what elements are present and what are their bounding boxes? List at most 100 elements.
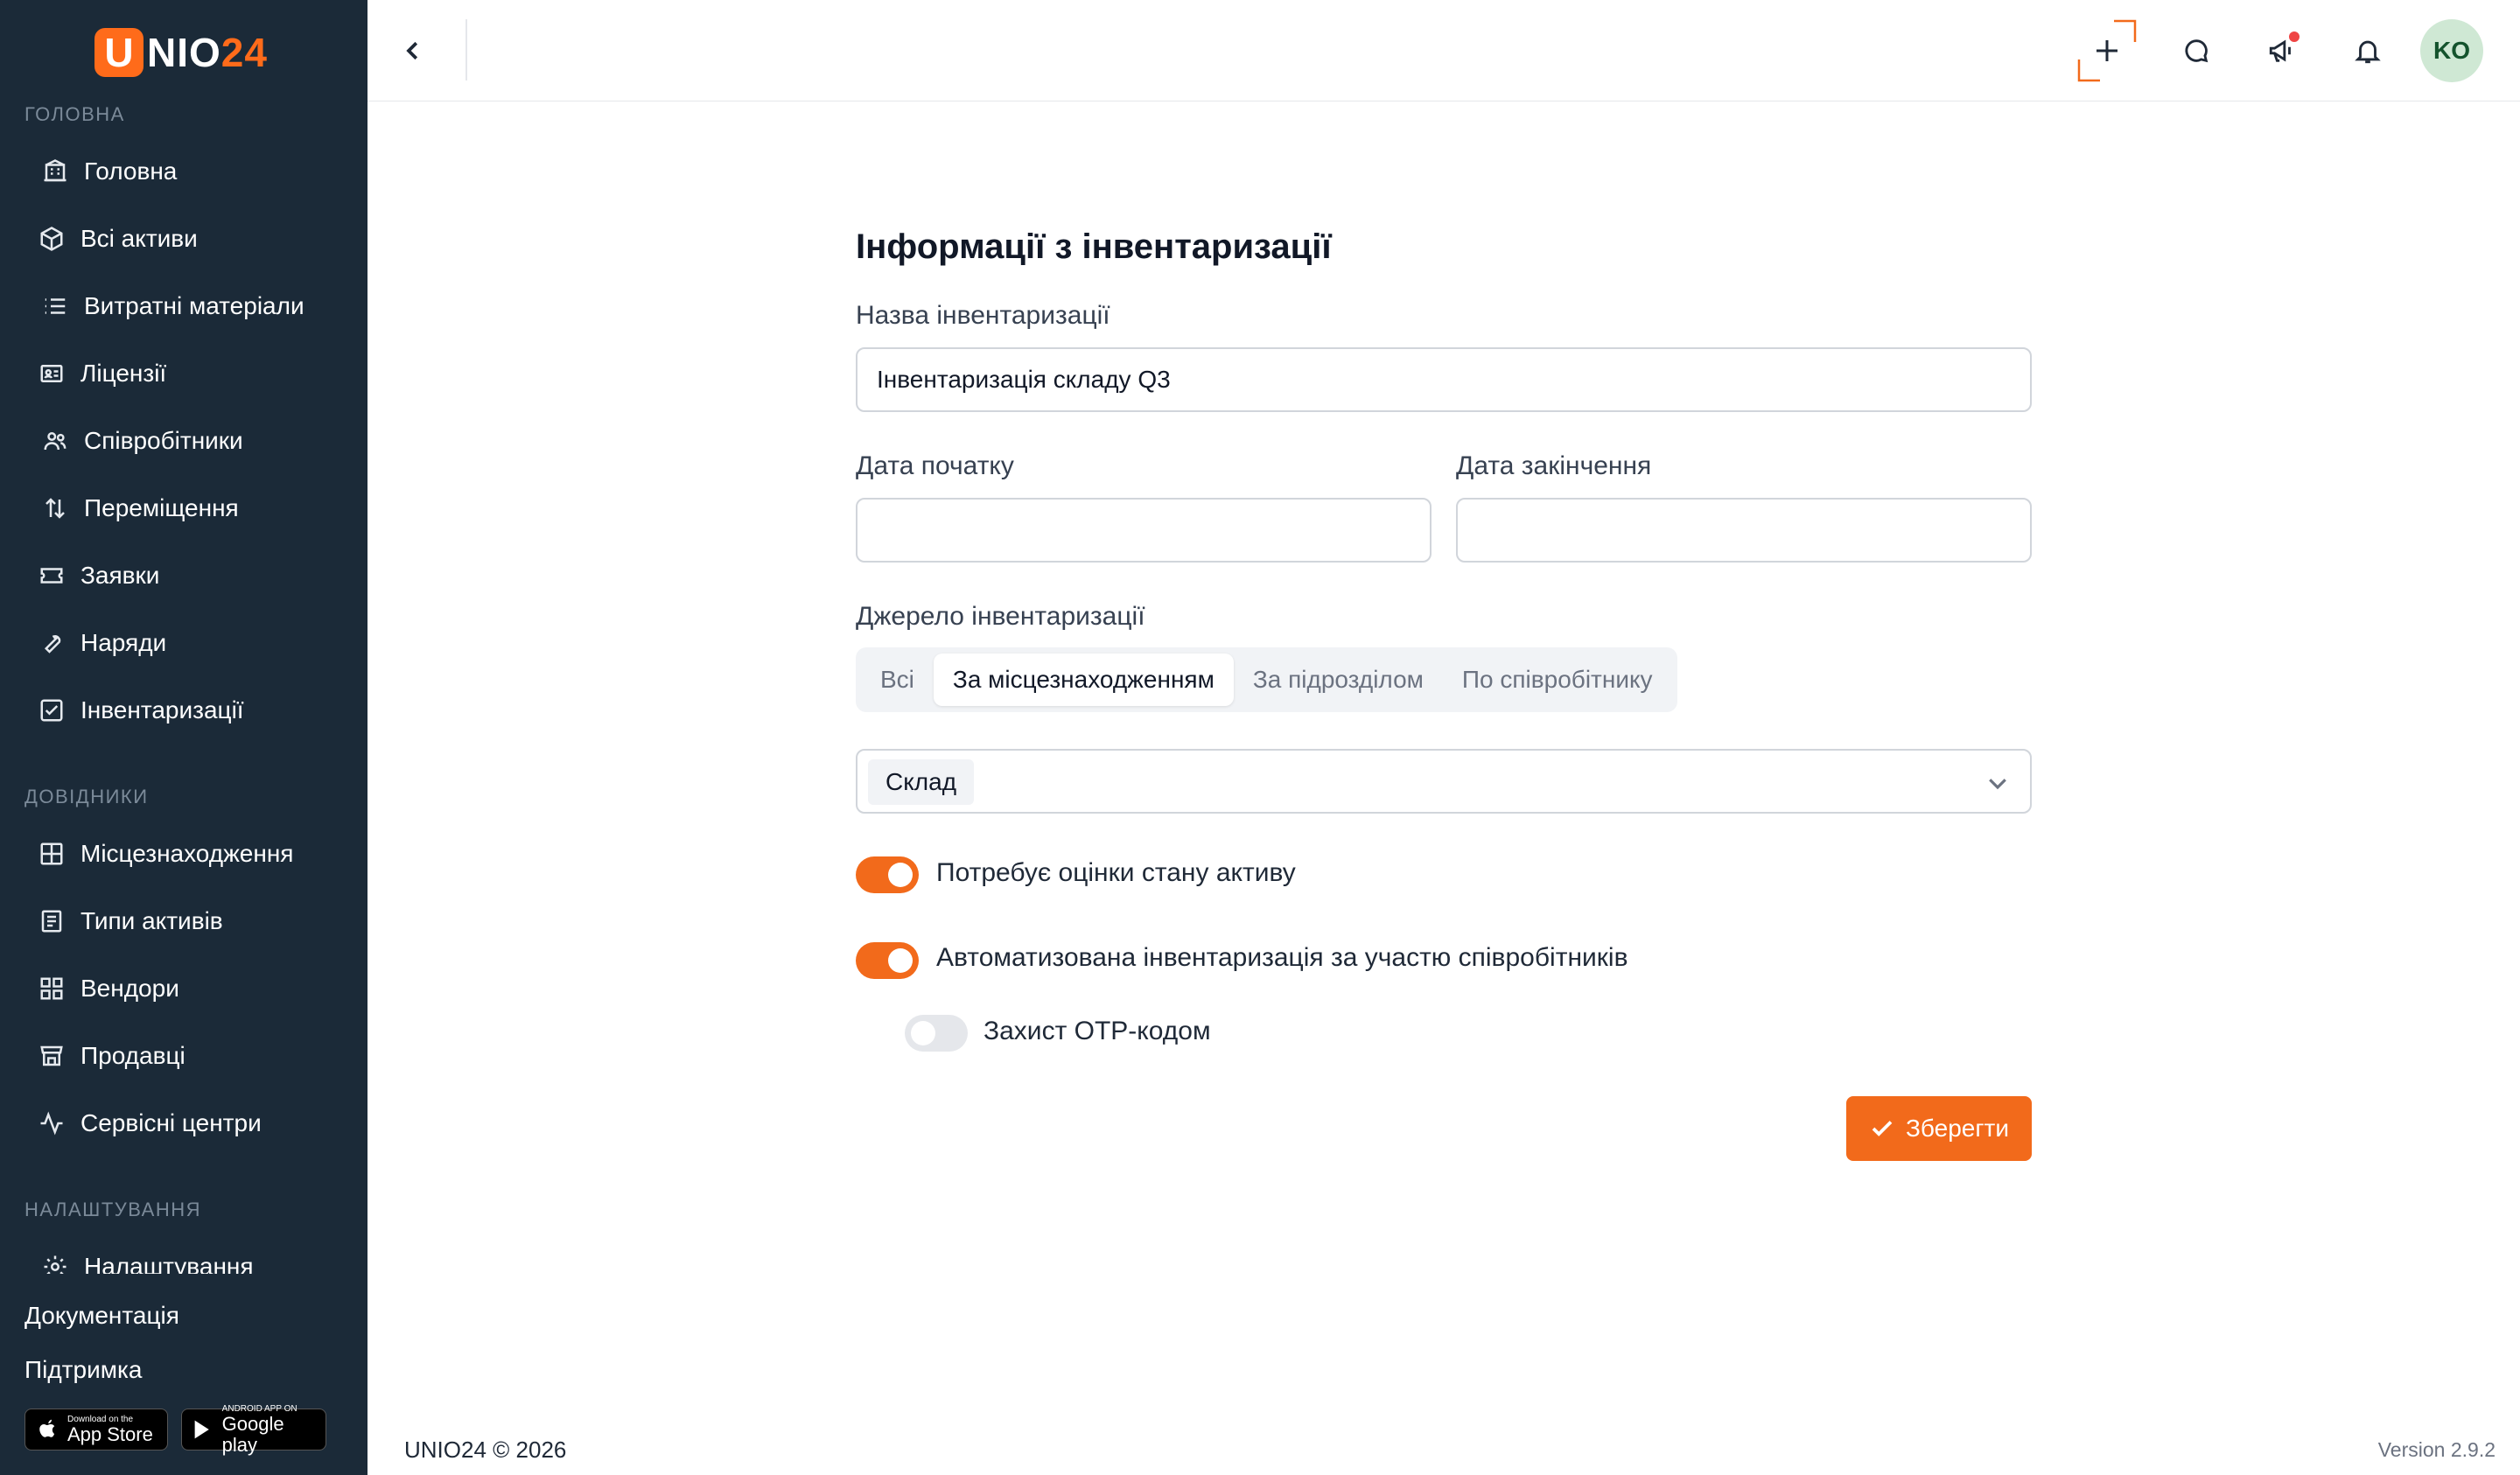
location-chip[interactable]: Склад: [868, 759, 975, 805]
users-icon: [38, 424, 72, 458]
avatar[interactable]: KO: [2420, 19, 2483, 82]
version: Version 2.9.2: [2377, 1438, 2496, 1461]
sidebar-item-label: Заявки: [80, 562, 160, 589]
page-title: Інформації з інвентаризації: [856, 227, 1332, 266]
sidebar-item-label: Місцезнаходження: [80, 840, 294, 867]
google-play-big: Google play: [221, 1412, 284, 1456]
start-date-label: Дата початку: [856, 451, 1014, 480]
app-store-big: App Store: [67, 1423, 153, 1445]
activity-icon: [35, 1107, 68, 1140]
end-date-label: Дата закінчення: [1456, 451, 1652, 480]
back-button[interactable]: [394, 31, 432, 70]
condition-toggle-label: Потребує оцінки стану активу: [936, 858, 1296, 887]
plus-icon: [2077, 19, 2137, 82]
support-link[interactable]: Підтримка: [24, 1356, 142, 1384]
source-option-employee[interactable]: По співробітнику: [1443, 654, 1672, 706]
sidebar-item-label: Типи активів: [80, 907, 223, 934]
name-input[interactable]: Інвентаризація складу Q3: [856, 347, 2032, 412]
source-option-location[interactable]: За місцезнаходженням: [933, 654, 1234, 706]
sidebar-item-assets[interactable]: Всі активи: [35, 213, 198, 265]
sidebar-item-sellers[interactable]: Продавці: [35, 1030, 186, 1082]
section-label-settings: НАЛАШТУВАННЯ: [24, 1199, 202, 1220]
sidebar-item-label: Співробітники: [84, 427, 243, 454]
chat-icon: [2185, 39, 2208, 63]
document-icon: [35, 905, 68, 938]
sidebar-item-consumables[interactable]: Витратні матеріали: [38, 280, 304, 332]
google-play-small: ANDROID APP ON: [221, 1403, 298, 1414]
play-icon: [194, 1420, 209, 1439]
save-button[interactable]: Зберегти: [1846, 1096, 2032, 1161]
sidebar-item-label: Налаштування: [84, 1253, 254, 1274]
sidebar-item-label: Продавці: [80, 1042, 186, 1069]
location-select[interactable]: Склад: [856, 749, 2032, 814]
gear-icon: [38, 1250, 72, 1274]
sidebar-item-label: Сервісні центри: [80, 1109, 262, 1136]
notification-dot: [2289, 31, 2300, 42]
documentation-link[interactable]: Документація: [24, 1302, 179, 1330]
otp-toggle-label: Захист OTP-кодом: [984, 1017, 1211, 1045]
condition-toggle[interactable]: [856, 856, 919, 893]
sidebar-item-transfers[interactable]: Переміщення: [38, 482, 239, 535]
app-store-badge[interactable]: Download on the App Store: [24, 1409, 168, 1451]
sidebar-item-label: Інвентаризації: [80, 696, 244, 724]
name-label: Назва інвентаризації: [856, 301, 1110, 330]
sidebar-item-settings[interactable]: Налаштування: [38, 1241, 254, 1274]
sidebar-item-label: Ліцензії: [80, 360, 167, 387]
quick-add-button[interactable]: [2076, 19, 2138, 82]
sidebar-item-vendors[interactable]: Вендори: [35, 962, 179, 1015]
sidebar-item-label: Переміщення: [84, 494, 239, 521]
copyright: UNIO24 © 2026: [404, 1437, 567, 1463]
bell-icon: [2355, 40, 2381, 64]
blocks-icon: [35, 972, 68, 1005]
chevron-down-icon: [1984, 770, 2011, 796]
logo[interactable]: U NIO24: [94, 26, 268, 79]
auto-inventory-toggle[interactable]: [856, 942, 919, 979]
otp-toggle[interactable]: [905, 1015, 968, 1052]
source-label: Джерело інвентаризації: [856, 602, 1145, 631]
sidebar: U NIO24 ГОЛОВНА Головна Всі активи Витра…: [0, 0, 368, 1475]
save-button-label: Зберегти: [1905, 1115, 2010, 1142]
logo-number: 24: [220, 30, 268, 75]
sidebar-item-inventories[interactable]: Інвентаризації: [35, 684, 244, 737]
sidebar-item-label: Головна: [84, 157, 178, 185]
logo-text: NIO: [147, 30, 221, 75]
box-icon: [35, 222, 68, 255]
chat-button[interactable]: [2175, 30, 2217, 72]
google-play-badge[interactable]: ANDROID APP ON Google play: [181, 1404, 326, 1455]
checkbox-icon: [35, 694, 68, 727]
id-card-icon: [35, 357, 68, 390]
sidebar-item-employees[interactable]: Співробітники: [38, 415, 243, 467]
arrows-updown-icon: [38, 492, 72, 525]
apple-icon: [39, 1419, 55, 1437]
source-segmented-control: Всі За місцезнаходженням За підрозділом …: [856, 647, 1677, 712]
sidebar-item-service-centers[interactable]: Сервісні центри: [35, 1097, 262, 1150]
sidebar-item-label: Наряди: [80, 629, 167, 656]
announcements-button[interactable]: [2261, 30, 2303, 72]
sidebar-item-locations[interactable]: Місцезнаходження: [35, 828, 293, 880]
grid-icon: [35, 837, 68, 870]
sidebar-item-requests[interactable]: Заявки: [35, 549, 159, 602]
ticket-icon: [35, 559, 68, 592]
check-icon: [1872, 1121, 1893, 1136]
sidebar-item-work-orders[interactable]: Наряди: [35, 617, 166, 669]
list-icon: [38, 290, 72, 323]
sidebar-scroll-clip: Налаштування: [0, 1235, 368, 1274]
source-option-department[interactable]: За підрозділом: [1234, 654, 1443, 706]
sidebar-item-licenses[interactable]: Ліцензії: [35, 347, 166, 400]
logo-mark: U: [94, 28, 144, 77]
sidebar-item-asset-types[interactable]: Типи активів: [35, 895, 223, 947]
source-option-all[interactable]: Всі: [861, 654, 934, 706]
end-date-input[interactable]: [1456, 498, 2032, 563]
sidebar-item-label: Всі активи: [80, 225, 198, 252]
sidebar-item-label: Витратні матеріали: [84, 292, 304, 319]
top-header: KO: [368, 0, 2520, 101]
app-store-small: Download on the: [67, 1414, 134, 1424]
section-label-main: ГОЛОВНА: [24, 103, 125, 125]
chevron-left-icon: [406, 41, 418, 60]
notifications-button[interactable]: [2347, 30, 2389, 72]
section-label-references: ДОВІДНИКИ: [24, 786, 149, 807]
wrench-icon: [35, 626, 68, 660]
sidebar-item-home[interactable]: Головна: [38, 145, 177, 198]
store-icon: [35, 1039, 68, 1073]
start-date-input[interactable]: [856, 498, 1432, 563]
